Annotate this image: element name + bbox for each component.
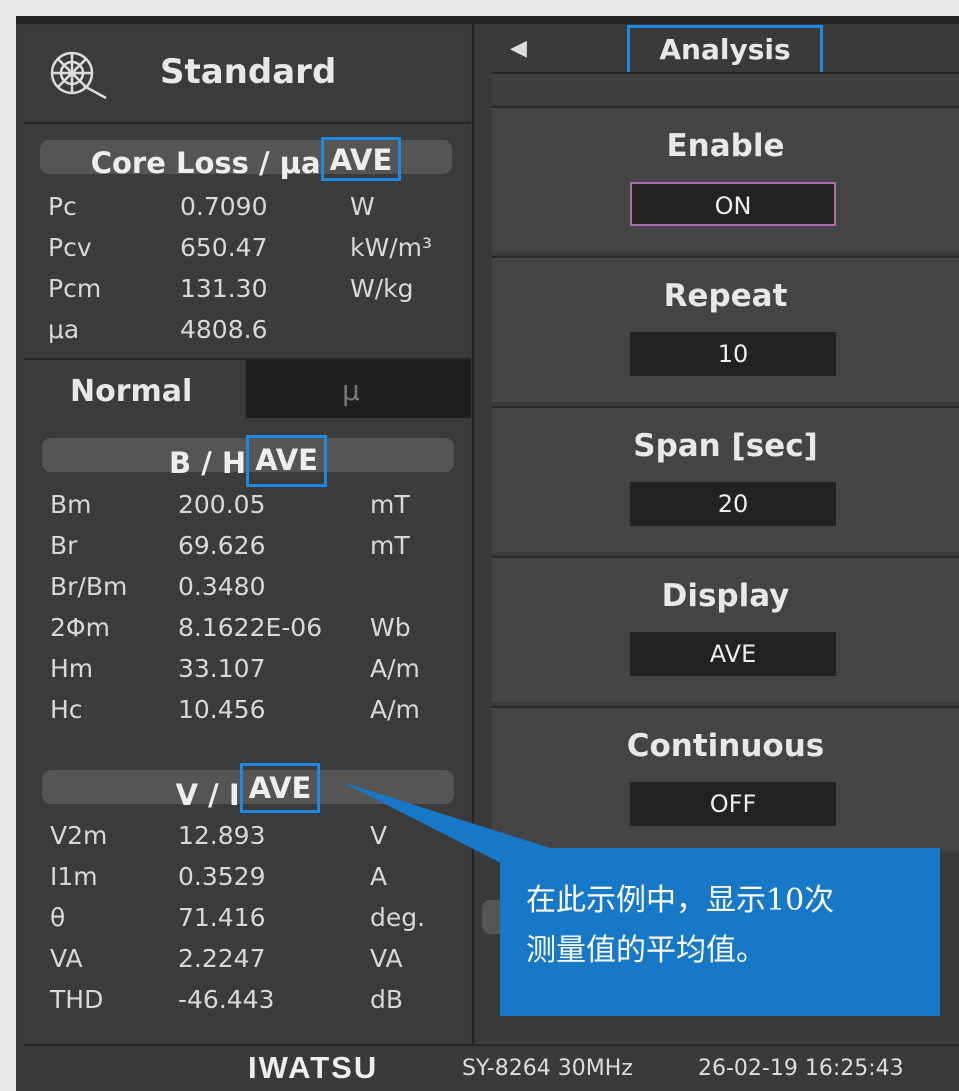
setting-value-field[interactable]: OFF [630,782,836,826]
core-loss-row-name: Pc [48,192,77,221]
bh-row-unit: A/m [370,654,420,683]
bh-row-value: 200.05 [178,490,266,519]
setting-value-field[interactable]: 10 [630,332,836,376]
bh-row-value: 69.626 [178,531,266,560]
bh-row-name: Bm [50,490,92,519]
setting-value-field[interactable]: 20 [630,482,836,526]
mode-icon[interactable] [40,44,112,102]
setting-label: Span [sec] [633,428,818,464]
callout-line-2: 测量值的平均值。 [526,933,766,968]
bh-row-value: 33.107 [178,654,266,683]
setting-label: Enable [666,128,785,164]
bh-row-name: Hc [50,695,83,724]
bh-row-value: 8.1622E-06 [178,613,323,642]
callout-line-1: 在此示例中，显示10次 [526,883,835,918]
vi-row-unit: dB [370,985,404,1014]
tab-mu-label: μ [342,374,360,407]
core-loss-header: Core Loss / μa AVE [40,137,452,181]
vi-row-name: VA [50,944,83,973]
brand-logo: IWATSU [248,1050,379,1085]
core-loss-row-name: Pcv [48,233,92,262]
vi-row-name: THD [50,985,104,1014]
bh-row-value: 0.3480 [178,572,266,601]
vi-row-value: 0.3529 [178,862,266,891]
vi-row-unit: VA [370,944,403,973]
bh-row-unit: A/m [370,695,420,724]
vi-row-value: 2.2247 [178,944,266,973]
core-loss-row-value: 131.30 [180,274,268,303]
core-loss-row-value: 4808.6 [180,315,268,344]
setting-value-field[interactable]: AVE [630,632,836,676]
bh-title: B / H [169,446,247,480]
core-loss-ave-indicator: AVE [320,137,402,181]
tab-normal[interactable]: Normal [24,360,246,418]
core-loss-row-unit: W [350,192,375,221]
bh-row-value: 10.456 [178,695,266,724]
vi-row-value: -46.443 [178,985,275,1014]
callout-box: 在此示例中，显示10次 测量值的平均值。 [500,848,940,1016]
core-loss-title: Core Loss / μa [90,146,321,180]
tab-normal-label: Normal [70,374,193,409]
core-loss-row-name: Pcm [48,274,102,303]
bh-row-name: Hm [50,654,94,683]
bh-row-name: Br [50,531,78,560]
setting-label: Continuous [626,728,825,764]
model-info: SY-8264 30MHz [462,1056,633,1081]
analysis-title-label: Analysis [659,33,791,66]
core-loss-row-unit: kW/m³ [350,233,432,262]
bh-row-name: 2Φm [50,613,110,642]
core-loss-row-value: 650.47 [180,233,268,262]
vi-row-name: V2m [50,821,108,850]
divider [24,122,471,124]
core-loss-row-value: 0.7090 [180,192,268,221]
core-loss-row-name: μa [48,315,80,344]
bh-row-unit: Wb [370,613,411,642]
vi-title: V / I [175,778,240,812]
bh-header: B / H AVE [42,435,454,487]
setting-value-field[interactable]: ON [630,182,836,226]
bh-row-name: Br/Bm [50,572,128,601]
analysis-title: Analysis [627,25,823,75]
vi-ave-indicator: AVE [239,763,321,813]
vi-row-name: θ [50,903,66,932]
bh-ave-indicator: AVE [246,435,327,487]
core-loss-row-unit: W/kg [350,274,414,303]
setting-label: Display [661,578,790,614]
datetime: 26-02-19 16:25:43 [698,1056,904,1081]
tab-mu[interactable]: μ [246,360,471,418]
vi-row-value: 12.893 [178,821,266,850]
mode-title[interactable]: Standard [160,52,336,92]
back-arrow-icon[interactable]: ◀ [510,36,527,61]
bh-row-unit: mT [370,531,410,560]
bh-row-unit: mT [370,490,410,519]
vi-row-value: 71.416 [178,903,266,932]
analysis-subbar [492,74,959,104]
vi-row-unit: deg. [370,903,426,932]
vi-row-name: I1m [50,862,98,891]
setting-label: Repeat [663,278,788,314]
